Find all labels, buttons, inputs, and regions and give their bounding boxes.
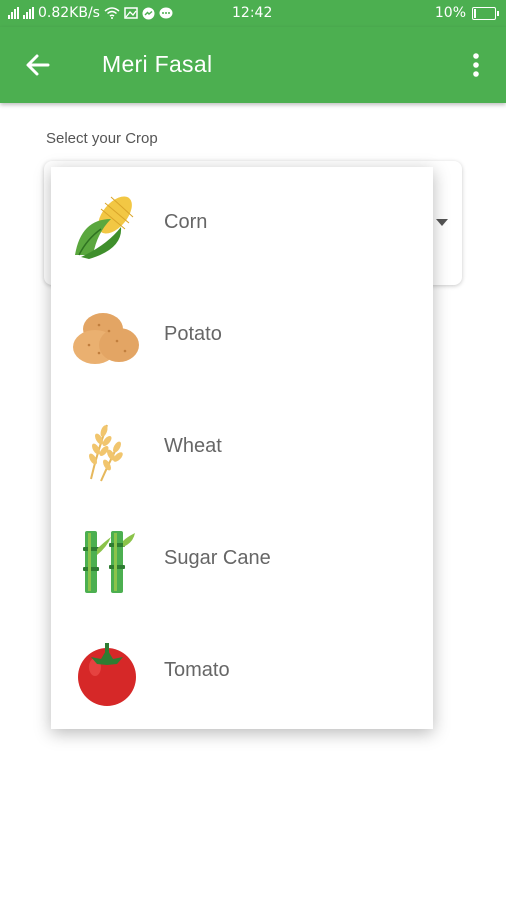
more-vertical-icon[interactable] bbox=[468, 49, 484, 81]
crop-name: Potato bbox=[164, 323, 222, 345]
potato-icon bbox=[73, 313, 139, 364]
dropdown-item-potato[interactable]: Potato bbox=[51, 279, 433, 391]
crop-name: Corn bbox=[164, 211, 208, 233]
chat-icon bbox=[159, 7, 173, 18]
status-bar: 0.82KB/s 12:42 10% bbox=[0, 0, 506, 27]
wheat-icon bbox=[89, 424, 123, 482]
crop-select-label: Select your Crop bbox=[46, 130, 158, 147]
battery-icon bbox=[472, 6, 499, 20]
arrow-left-icon[interactable] bbox=[22, 49, 54, 81]
crop-dropdown: Corn Potato Wheat Sugar Cane Tomato bbox=[51, 167, 433, 729]
wifi-icon bbox=[104, 7, 120, 19]
sugar-cane-icon bbox=[83, 531, 135, 593]
chevron-down-icon[interactable] bbox=[436, 219, 448, 226]
messenger-icon bbox=[142, 7, 155, 19]
page-title: Meri Fasal bbox=[102, 51, 213, 77]
crop-name: Sugar Cane bbox=[164, 547, 271, 569]
crop-name: Wheat bbox=[164, 435, 222, 457]
signal-icon bbox=[23, 7, 34, 19]
clock: 12:42 bbox=[232, 5, 273, 21]
dropdown-item-sugar-cane[interactable]: Sugar Cane bbox=[51, 503, 433, 615]
tomato-icon bbox=[78, 643, 136, 706]
app-bar: Meri Fasal bbox=[0, 27, 506, 103]
dropdown-item-corn[interactable]: Corn bbox=[51, 167, 433, 279]
battery-percent: 10% bbox=[434, 5, 466, 21]
net-speed: 0.82KB/s bbox=[38, 5, 100, 21]
signal-icon bbox=[8, 7, 19, 19]
gallery-icon bbox=[124, 7, 138, 19]
dropdown-item-wheat[interactable]: Wheat bbox=[51, 391, 433, 503]
corn-icon bbox=[75, 196, 134, 259]
crop-name: Tomato bbox=[164, 659, 230, 681]
dropdown-item-tomato[interactable]: Tomato bbox=[51, 615, 433, 727]
